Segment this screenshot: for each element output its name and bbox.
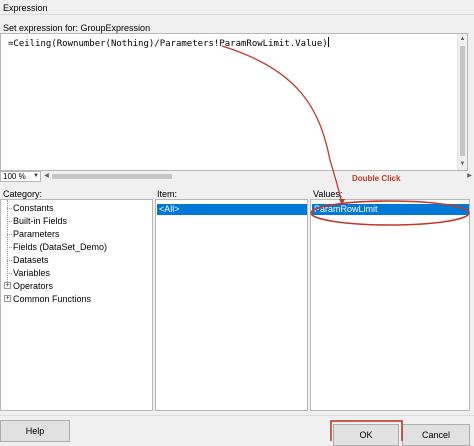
annotation-box-ok xyxy=(330,420,403,441)
annotation-circle-values xyxy=(310,200,470,226)
annotation-arrow xyxy=(221,45,343,204)
annotation-overlay xyxy=(221,45,470,441)
annotation-label: Double Click xyxy=(352,174,401,183)
